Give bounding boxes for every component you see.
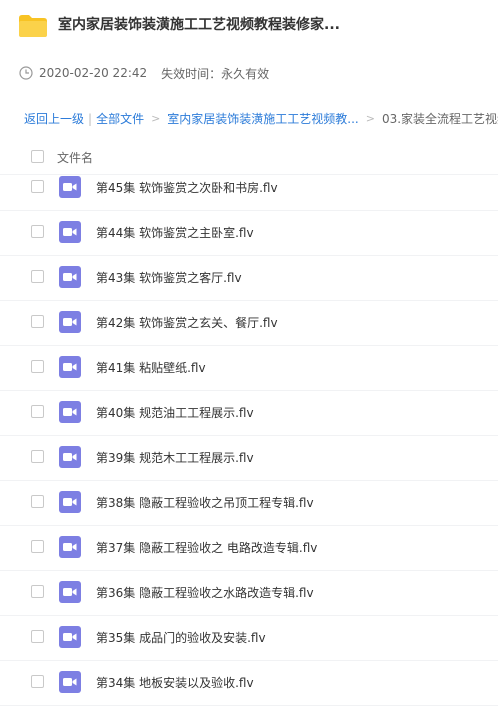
row-checkbox[interactable] (31, 450, 44, 463)
video-file-icon[interactable] (59, 581, 81, 603)
row-checkbox[interactable] (31, 540, 44, 553)
file-row[interactable]: 第34集 地板安装以及验收.flv (0, 661, 498, 706)
video-file-icon[interactable] (59, 491, 81, 513)
file-name[interactable]: 第41集 粘贴壁纸.flv (96, 359, 206, 376)
video-file-icon[interactable] (59, 311, 81, 333)
row-checkbox[interactable] (31, 225, 44, 238)
video-file-icon[interactable] (59, 401, 81, 423)
video-file-icon[interactable] (59, 626, 81, 648)
file-name[interactable]: 第42集 软饰鉴赏之玄关、餐厅.flv (96, 314, 278, 331)
file-name[interactable]: 第40集 规范油工工程展示.flv (96, 404, 254, 421)
file-name[interactable]: 第39集 规范木工工程展示.flv (96, 449, 254, 466)
share-header: 室内家居装饰装潢施工工艺视频教程装修家... 2020-02-20 22:42 … (0, 0, 498, 104)
column-filename: 文件名 (57, 151, 94, 165)
folder-icon (19, 15, 47, 37)
file-name[interactable]: 第34集 地板安装以及验收.flv (96, 674, 254, 691)
row-checkbox[interactable] (31, 675, 44, 688)
file-row[interactable]: 第35集 成品门的验收及安装.flv (0, 616, 498, 661)
share-title: 室内家居装饰装潢施工工艺视频教程装修家... (58, 17, 340, 33)
row-checkbox[interactable] (31, 405, 44, 418)
back-link[interactable]: 返回上一级 (24, 110, 84, 127)
file-row[interactable]: 第36集 隐蔽工程验收之水路改造专辑.flv (0, 571, 498, 616)
clock-icon (19, 66, 33, 80)
file-row[interactable]: 第44集 软饰鉴赏之主卧室.flv (0, 211, 498, 256)
video-file-icon[interactable] (59, 356, 81, 378)
file-name[interactable]: 第38集 隐蔽工程验收之吊顶工程专辑.flv (96, 494, 314, 511)
video-file-icon[interactable] (59, 536, 81, 558)
file-row[interactable]: 第37集 隐蔽工程验收之 电路改造专辑.flv (0, 526, 498, 571)
all-files-link[interactable]: 全部文件 (96, 110, 144, 127)
file-row[interactable]: 第39集 规范木工工程展示.flv (0, 436, 498, 481)
row-checkbox[interactable] (31, 315, 44, 328)
video-file-icon[interactable] (59, 221, 81, 243)
file-name[interactable]: 第44集 软饰鉴赏之主卧室.flv (96, 224, 254, 241)
row-checkbox[interactable] (31, 270, 44, 283)
row-checkbox[interactable] (31, 495, 44, 508)
file-name[interactable]: 第37集 隐蔽工程验收之 电路改造专辑.flv (96, 539, 317, 556)
breadcrumb: 返回上一级 | 全部文件 > 室内家居装饰装潢施工工艺视频教... > 03.家… (24, 110, 498, 127)
file-row[interactable]: 第41集 粘贴壁纸.flv (0, 346, 498, 391)
row-checkbox[interactable] (31, 180, 44, 193)
video-file-icon[interactable] (59, 266, 81, 288)
share-date: 2020-02-20 22:42 (39, 66, 148, 80)
chevron-right-icon: > (151, 112, 161, 125)
video-file-icon[interactable] (59, 671, 81, 693)
video-file-icon[interactable] (59, 176, 81, 198)
file-name[interactable]: 第36集 隐蔽工程验收之水路改造专辑.flv (96, 584, 314, 601)
breadcrumb-separator: | (88, 111, 93, 126)
file-name[interactable]: 第45集 软饰鉴赏之次卧和书房.flv (96, 179, 278, 196)
share-expiry: 失效时间：永久有效 (161, 66, 270, 81)
video-file-icon[interactable] (59, 446, 81, 468)
folder-link[interactable]: 室内家居装饰装潢施工工艺视频教... (167, 110, 358, 127)
file-name[interactable]: 第43集 软饰鉴赏之客厅.flv (96, 269, 242, 286)
file-name[interactable]: 第35集 成品门的验收及安装.flv (96, 629, 266, 646)
chevron-right-icon: > (365, 112, 375, 125)
file-list: 第45集 软饰鉴赏之次卧和书房.flv 第44集 软饰鉴赏之主卧室.flv 第4… (0, 166, 498, 706)
file-row[interactable]: 第42集 软饰鉴赏之玄关、餐厅.flv (0, 301, 498, 346)
file-row[interactable]: 第40集 规范油工工程展示.flv (0, 391, 498, 436)
share-meta: 2020-02-20 22:42 失效时间：永久有效 (19, 65, 269, 81)
row-checkbox[interactable] (31, 630, 44, 643)
row-checkbox[interactable] (31, 585, 44, 598)
file-row[interactable]: 第43集 软饰鉴赏之客厅.flv (0, 256, 498, 301)
current-folder: 03.家装全流程工艺视频 (381, 112, 498, 126)
select-all-checkbox[interactable] (31, 150, 44, 163)
file-row[interactable]: 第45集 软饰鉴赏之次卧和书房.flv (0, 166, 498, 211)
file-row[interactable]: 第38集 隐蔽工程验收之吊顶工程专辑.flv (0, 481, 498, 526)
row-checkbox[interactable] (31, 360, 44, 373)
